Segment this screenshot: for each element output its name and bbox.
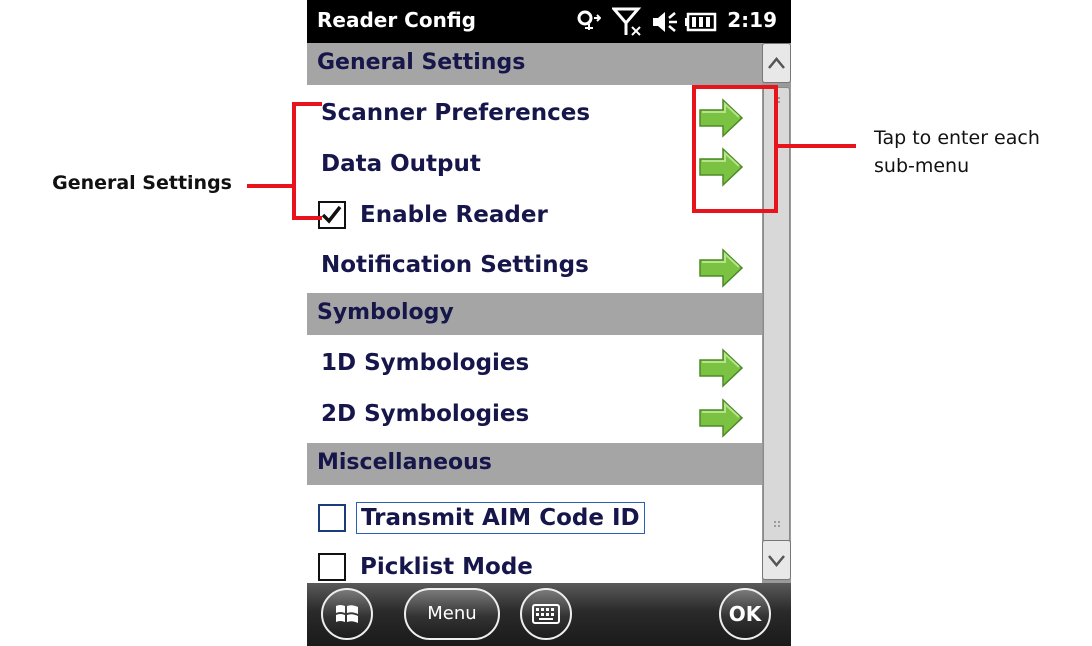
status-time: 2:19 — [727, 8, 777, 32]
no-signal-icon — [612, 7, 642, 36]
annotation-general-settings: General Settings — [52, 172, 232, 194]
arrow-right-icon[interactable] — [697, 398, 745, 438]
scroll-up-button[interactable] — [762, 43, 791, 83]
annotation-bracket-left — [292, 102, 296, 220]
picklist-mode-label: Picklist Mode — [360, 554, 533, 580]
annotation-tap-submenu: Tap to enter each sub-menu — [874, 124, 1040, 180]
arrow-right-icon[interactable] — [697, 348, 745, 388]
section-header-symbology: Symbology — [307, 293, 762, 335]
transmit-aim-label: Transmit AIM Code ID — [356, 502, 645, 534]
battery-icon — [685, 12, 717, 32]
menu-button[interactable]: Menu — [404, 588, 500, 640]
annotation-bracket-bottom — [292, 216, 322, 220]
2d-symbologies-label: 2D Symbologies — [321, 401, 530, 427]
bottom-soft-key-bar: Menu OK — [307, 583, 791, 646]
scanner-preferences-label: Scanner Preferences — [321, 100, 591, 126]
annotation-bracket-top — [292, 102, 322, 106]
menu-button-label: Menu — [427, 603, 477, 624]
keyboard-icon — [532, 604, 560, 624]
ok-button-label: OK — [728, 602, 762, 626]
grip-icon — [774, 521, 780, 527]
section-header-miscellaneous: Miscellaneous — [307, 443, 762, 485]
chevron-down-icon — [768, 555, 785, 567]
picklist-mode-checkbox[interactable] — [318, 553, 346, 581]
status-bar: Reader Config 2:19 — [307, 0, 791, 43]
start-button[interactable] — [321, 588, 373, 640]
keyboard-button[interactable] — [520, 588, 572, 640]
1d-symbologies-label: 1D Symbologies — [321, 350, 530, 376]
data-output-label: Data Output — [321, 151, 481, 177]
scroll-down-button[interactable] — [762, 540, 791, 580]
annotation-connector-left — [247, 184, 295, 188]
section-header-general-settings: General Settings — [307, 43, 762, 85]
annotation-connector-right — [778, 144, 856, 148]
checkmark-icon — [321, 205, 342, 224]
enable-reader-label: Enable Reader — [360, 202, 548, 228]
volume-icon — [653, 12, 677, 32]
annotation-line-1: Tap to enter each — [874, 127, 1040, 149]
notification-settings-label: Notification Settings — [321, 252, 589, 278]
annotation-box-arrows — [692, 85, 778, 213]
enable-reader-checkbox[interactable] — [318, 201, 346, 229]
ok-button[interactable]: OK — [719, 588, 771, 640]
annotation-line-2: sub-menu — [874, 155, 970, 177]
transmit-aim-checkbox[interactable] — [318, 504, 346, 532]
chevron-up-icon — [768, 57, 785, 69]
window-title: Reader Config — [317, 8, 476, 32]
windows-start-icon — [336, 605, 358, 623]
arrow-right-icon[interactable] — [697, 248, 745, 288]
sync-icon — [577, 10, 601, 30]
